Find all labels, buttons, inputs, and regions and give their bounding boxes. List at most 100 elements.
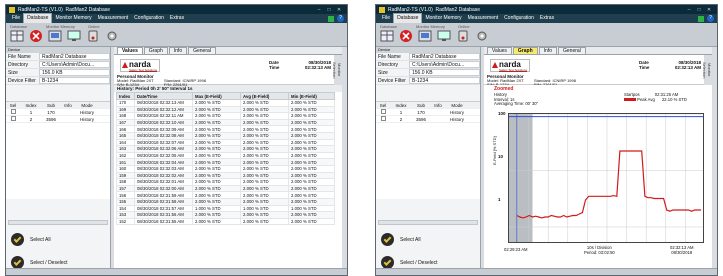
y-tick-label: 100 bbox=[498, 111, 506, 116]
cell-min: 2.000 % STD bbox=[288, 118, 335, 127]
table-row[interactable]: 163 08/30/2018 02:32:06 AM 2.000 % STD 2.00… bbox=[116, 145, 335, 153]
cell-datetime: 08/30/2018 02:32:04 AM bbox=[134, 158, 193, 166]
monitor-button[interactable] bbox=[66, 29, 82, 43]
tab-general[interactable]: General bbox=[558, 47, 586, 54]
minimize-icon[interactable]: – bbox=[684, 7, 694, 13]
table-row[interactable]: 157 08/30/2018 02:32:00 AM 2.000 % STD 2.00… bbox=[116, 184, 335, 193]
tab-graph[interactable]: Graph bbox=[512, 47, 538, 54]
device-filter-select[interactable]: B-1234 bbox=[409, 77, 480, 84]
table-row[interactable]: 162 08/30/2018 02:32:05 AM 2.000 % STD 2.00… bbox=[116, 151, 335, 160]
monitor-button[interactable] bbox=[436, 29, 452, 43]
table-row[interactable]: 170 08/30/2018 02:32:13 AM 2.000 % STD 2.00… bbox=[116, 99, 335, 107]
settings-button[interactable] bbox=[104, 29, 120, 43]
table-row[interactable]: 166 08/30/2018 02:32:09 AM 2.000 % STD 2.00… bbox=[116, 125, 335, 133]
cell-min: 2.000 % STD bbox=[288, 211, 335, 219]
minimize-icon[interactable]: – bbox=[314, 7, 324, 13]
cell-index: 163 bbox=[116, 145, 135, 153]
table-row[interactable]: 1 170 History bbox=[6, 109, 110, 116]
delete-button[interactable] bbox=[28, 29, 44, 43]
menu-monitor-memory[interactable]: Monitor Memory bbox=[422, 14, 464, 23]
menu-measurement[interactable]: Measurement bbox=[95, 14, 132, 23]
row-index: 2 bbox=[29, 116, 33, 122]
size-label: Size bbox=[8, 69, 18, 76]
table-row[interactable]: 165 08/30/2018 02:32:08 AM 2.000 % STD 2.00… bbox=[116, 131, 335, 140]
toolbar-group-monitor: Monitor Memory bbox=[46, 24, 75, 29]
table-row[interactable]: 168 08/30/2018 02:32:11 AM 2.000 % STD 2.00… bbox=[116, 112, 335, 120]
cell-max: 2.000 % STD bbox=[192, 145, 241, 153]
table-row[interactable]: 2 3596 History bbox=[6, 116, 110, 123]
menu-extras[interactable]: Extras bbox=[167, 14, 187, 23]
maximize-icon[interactable]: □ bbox=[324, 7, 334, 13]
cell-index: 153 bbox=[116, 211, 135, 219]
settings-button[interactable] bbox=[474, 29, 490, 43]
close-icon[interactable]: ✕ bbox=[334, 7, 344, 13]
delete-button[interactable] bbox=[398, 29, 414, 43]
row-checkbox[interactable] bbox=[10, 109, 16, 114]
menu-monitor-memory[interactable]: Monitor Memory bbox=[52, 14, 94, 23]
row-checkbox[interactable] bbox=[380, 109, 386, 114]
menu-file[interactable]: File bbox=[379, 14, 393, 23]
col-datetime[interactable]: Date/Time bbox=[134, 92, 193, 100]
plot-area[interactable] bbox=[508, 113, 704, 243]
col-avg[interactable]: Avg (E-Field) bbox=[240, 92, 289, 100]
table-row[interactable]: 160 08/30/2018 02:32:03 AM 2.000 % STD 2.00… bbox=[116, 164, 335, 173]
open-database-button[interactable] bbox=[9, 29, 25, 43]
table-row[interactable]: 156 08/30/2018 02:31:59 AM 2.000 % STD 2.00… bbox=[116, 191, 335, 199]
table-row[interactable]: 1 170 History bbox=[376, 109, 480, 116]
table-row[interactable]: 159 08/30/2018 02:32:02 AM 2.000 % STD 2.00… bbox=[116, 171, 335, 180]
cell-avg: 1.000 % STD bbox=[240, 204, 289, 213]
horizontal-scrollbar[interactable] bbox=[8, 220, 108, 225]
directory-field[interactable]: C:\Users\Admin\Docu... bbox=[409, 61, 480, 68]
close-icon[interactable]: ✕ bbox=[704, 7, 714, 13]
col-index[interactable]: Index bbox=[116, 92, 135, 100]
file-name-field[interactable]: RadMan2 Database bbox=[39, 53, 110, 60]
tab-info[interactable]: Info bbox=[538, 47, 557, 54]
row-checkbox[interactable] bbox=[10, 116, 16, 121]
monitor-selection-tab[interactable]: Monitor Selection bbox=[702, 55, 712, 85]
cell-max: 2.000 % STD bbox=[192, 125, 241, 133]
table-row[interactable]: 153 08/30/2018 02:31:56 AM 2.000 % STD 2.00… bbox=[116, 211, 335, 219]
tab-values[interactable]: Values bbox=[487, 47, 512, 54]
tab-graph[interactable]: Graph bbox=[143, 47, 168, 54]
tab-general[interactable]: General bbox=[188, 47, 216, 54]
menu-measurement[interactable]: Measurement bbox=[465, 14, 502, 23]
table-row[interactable]: 152 08/30/2018 02:31:55 AM 2.000 % STD 2.00… bbox=[116, 217, 335, 226]
select-all-button[interactable]: Select All bbox=[11, 233, 51, 246]
horizontal-scrollbar[interactable] bbox=[378, 220, 478, 225]
open-database-button[interactable] bbox=[379, 29, 395, 43]
read-memory-button[interactable] bbox=[47, 29, 63, 43]
table-row[interactable]: 169 08/30/2018 02:32:12 AM 2.000 % STD 2.00… bbox=[116, 105, 335, 114]
read-memory-button[interactable] bbox=[417, 29, 433, 43]
menu-configuration[interactable]: Configuration bbox=[131, 14, 167, 23]
help-icon[interactable]: ? bbox=[707, 15, 714, 22]
row-checkbox[interactable] bbox=[380, 116, 386, 121]
device-filter-select[interactable]: B-1234 bbox=[39, 77, 110, 84]
row-index: 1 bbox=[29, 109, 33, 115]
table-row[interactable]: 167 08/30/2018 02:32:10 AM 2.000 % STD 2.00… bbox=[116, 118, 335, 127]
col-min[interactable]: Min (E-Field) bbox=[288, 92, 335, 100]
menu-file[interactable]: File bbox=[9, 14, 23, 23]
select-all-button[interactable]: Select All bbox=[381, 233, 421, 246]
file-name-field[interactable]: RadMan2 Database bbox=[409, 53, 480, 60]
table-row[interactable]: 158 08/30/2018 02:32:01 AM 2.000 % STD 2.00… bbox=[116, 178, 335, 186]
menu-extras[interactable]: Extras bbox=[537, 14, 557, 23]
online-button[interactable] bbox=[455, 29, 471, 43]
maximize-icon[interactable]: □ bbox=[694, 7, 704, 13]
table-row[interactable]: 161 08/30/2018 02:32:04 AM 2.000 % STD 2.00… bbox=[116, 158, 335, 166]
help-icon[interactable]: ? bbox=[337, 15, 344, 22]
table-row[interactable]: 164 08/30/2018 02:32:07 AM 2.000 % STD 2.00… bbox=[116, 138, 335, 147]
table-row[interactable]: 2 3596 History bbox=[376, 116, 480, 123]
table-row[interactable]: 155 08/30/2018 02:31:58 AM 2.000 % STD 2.00… bbox=[116, 197, 335, 206]
monitor-selection-tab[interactable]: Monitor Selection bbox=[332, 55, 342, 85]
table-row[interactable]: 154 08/30/2018 02:31:57 AM 1.000 % STD 1.00… bbox=[116, 204, 335, 213]
tab-values[interactable]: Values bbox=[117, 47, 143, 54]
col-mode: Mode bbox=[81, 102, 93, 108]
online-button[interactable] bbox=[85, 29, 101, 43]
directory-field[interactable]: C:\Users\Admin\Docu... bbox=[39, 61, 110, 68]
menu-configuration[interactable]: Configuration bbox=[501, 14, 537, 23]
col-max[interactable]: Max (E-Field) bbox=[192, 92, 241, 100]
tab-info[interactable]: Info bbox=[168, 47, 188, 54]
window-title: RadMan2 Database bbox=[435, 6, 481, 13]
detail-panel: Values Graph Info General narda Safety T… bbox=[114, 47, 342, 275]
date-time-labels: Date Time bbox=[269, 60, 280, 70]
